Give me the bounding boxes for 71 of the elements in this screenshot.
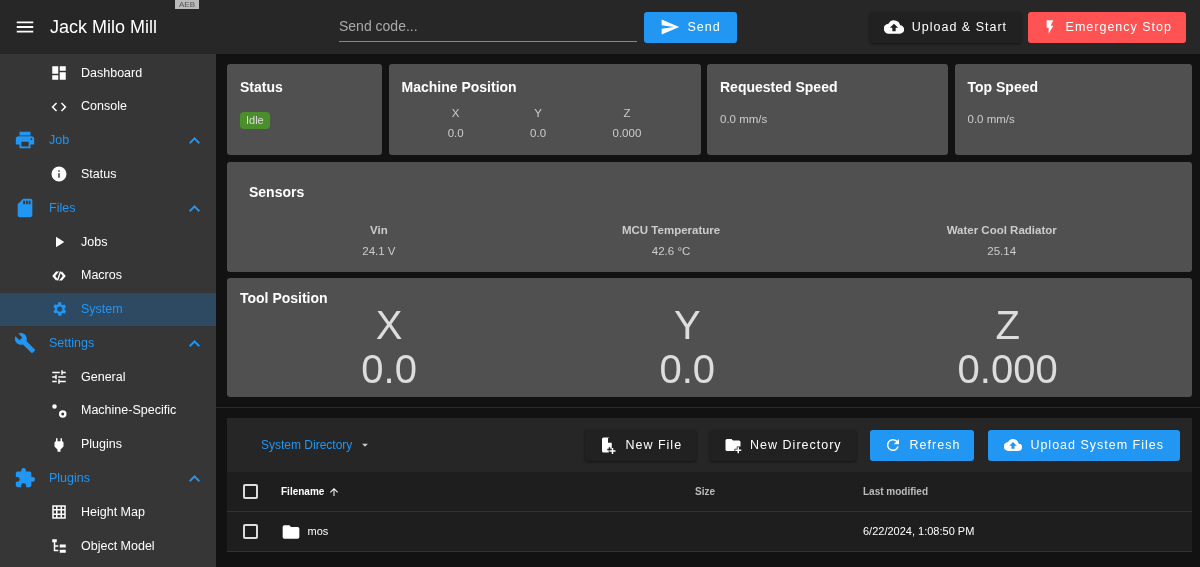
axis-label: Z [994,303,1021,347]
send-icon [659,17,680,37]
card-title: Tool Position [240,289,329,308]
row-checkbox[interactable] [243,524,258,539]
status-badge: Idle [240,112,270,129]
app-title: Jack Milo Mill [50,15,158,39]
sidebar-item[interactable]: Console [0,89,216,124]
card-title: Status [240,78,284,97]
sensor-value: 24.1 V [362,243,396,259]
sensor-value: 25.14 [986,243,1018,259]
sidebar-item[interactable]: Status [0,157,216,192]
sidebar-item[interactable]: Machine-Specific [0,393,216,428]
info-icon [50,165,68,184]
sidebar-group[interactable]: Plugins [0,461,216,496]
sidebar-item[interactable]: Jobs [0,225,216,259]
upload-start-button[interactable]: Upload & Start [869,11,1022,43]
chevron-up-icon [189,339,200,347]
select-all-checkbox[interactable] [243,484,258,499]
sidebar-item[interactable]: Plugins [0,427,216,462]
axis-label: X [374,303,404,347]
axis-value: 0.0 [447,126,464,141]
card-title: Requested Speed [720,78,839,97]
sidebar-item[interactable]: Height Map [0,495,216,530]
chevron-up-icon [189,137,200,144]
sidebar-item[interactable]: Dashboard [0,56,216,90]
axis-value: 0.0 [659,347,716,391]
column-header[interactable]: Last modified [863,484,928,499]
sensor-name: Vin [369,223,389,238]
axis-label: Z [622,105,632,121]
sensor-name: MCU Temperature [621,223,721,238]
sidebar-group[interactable]: Files [0,191,216,225]
directory-dropdown[interactable]: System Directory [261,436,572,454]
axis-value: 0.000 [612,126,642,141]
wrench-icon [14,332,36,355]
grid-icon [50,503,68,522]
axis-value: 0.0 [530,126,547,141]
sidebar-item[interactable]: Macros [0,258,216,293]
axis-label: Y [672,303,702,347]
folder-plus-icon [724,436,743,454]
speed-value: 0.0 mm/s [967,112,1016,127]
dashboard-icon [50,63,68,82]
sidebar-item[interactable]: Object Model [0,529,216,563]
sidebar-group[interactable]: Settings [0,326,216,361]
axis-label: Y [533,105,543,121]
chevron-up-icon [189,474,200,482]
speed-value: 0.0 mm/s [720,112,769,127]
column-header[interactable]: Size [695,484,863,499]
file-name[interactable]: mos [307,523,329,540]
file-plus-icon [599,436,618,454]
column-header[interactable]: Filename [281,484,325,499]
sensor-value: 42.6 °C [650,243,692,259]
new-directory-button[interactable]: New Directory [710,429,856,461]
sliders-icon [50,368,68,387]
card-title: Top Speed [967,78,1040,97]
sidebar-item[interactable]: General [0,360,216,394]
axis-value: 0.000 [957,347,1058,391]
new-file-button[interactable]: New File [585,429,697,461]
card-title: Machine Position [401,78,518,97]
chevron-up-icon [189,204,200,212]
axis-value: 0.0 [361,347,417,391]
cloud-upload-icon [1004,436,1023,454]
puzzle-icon [14,467,36,490]
axis-label: X [450,105,461,121]
modified-date: 6/22/2024, 1:08:50 PM [863,524,975,540]
code-input-field[interactable]: Send code... [339,12,637,42]
sensor-name: Water Cool Radiator [946,223,1057,238]
version-tag: AEB [175,0,199,9]
card-title: Sensors [249,182,306,202]
cloud-upload-icon [883,17,904,37]
tree-icon [50,537,68,556]
sidebar-group[interactable]: Job [0,123,216,158]
